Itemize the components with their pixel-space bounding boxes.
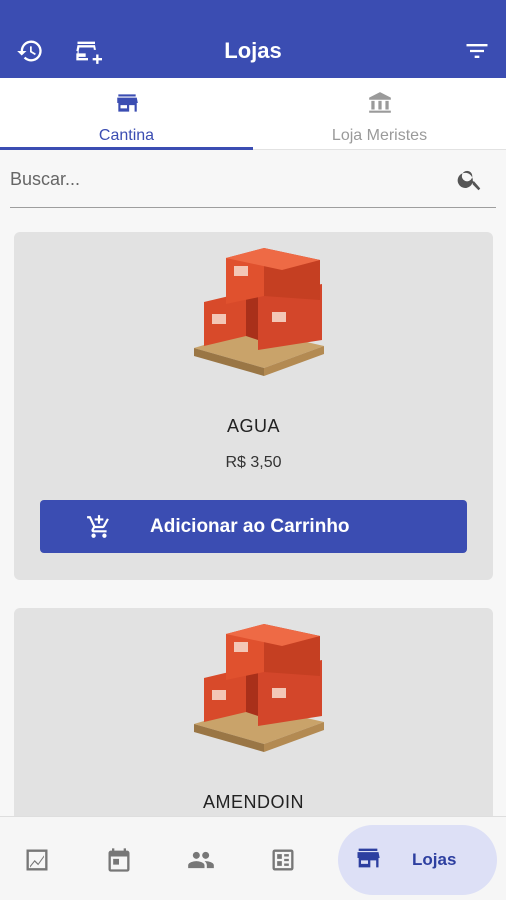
tab-label: Cantina	[98, 127, 155, 144]
bottom-navigation: Lojas	[0, 816, 506, 900]
tab-cantina[interactable]: Cantina	[0, 78, 253, 150]
product-image	[194, 248, 324, 376]
tab-label: Loja Meristes	[331, 127, 428, 144]
search-bar	[10, 152, 496, 208]
nav-item-lojas[interactable]: Lojas	[338, 825, 497, 895]
product-name: AMENDOIN	[202, 792, 304, 812]
nav-label: Lojas	[412, 850, 457, 869]
dashboard-icon[interactable]	[20, 843, 54, 877]
product-card: AGUA R$ 3,50 Adicionar ao Carrinho	[14, 232, 493, 580]
calendar-icon[interactable]	[102, 843, 136, 877]
product-name: AGUA	[226, 416, 280, 436]
add-to-cart-label: Adicionar ao Carrinho	[150, 515, 350, 537]
add-shopping-cart-icon	[86, 514, 112, 540]
page-title: Lojas	[224, 38, 282, 63]
filter-icon[interactable]	[460, 34, 494, 68]
product-list: AGUA R$ 3,50 Adicionar ao Carrinho AMEND…	[14, 232, 493, 876]
receipt-icon[interactable]	[266, 843, 300, 877]
product-image	[194, 624, 324, 752]
search-icon[interactable]	[456, 165, 486, 195]
store-icon	[114, 90, 140, 121]
people-icon[interactable]	[184, 843, 218, 877]
product-price: R$ 3,50	[225, 454, 282, 471]
store-icon	[338, 844, 382, 877]
store-tabs: Cantina Loja Meristes	[0, 78, 506, 150]
tab-loja-meristes[interactable]: Loja Meristes	[253, 78, 506, 149]
bank-icon	[367, 90, 393, 121]
search-input[interactable]	[10, 152, 456, 207]
add-to-cart-button[interactable]: Adicionar ao Carrinho	[40, 500, 467, 553]
product-card: AMENDOIN	[14, 608, 493, 848]
app-bar: Lojas	[0, 0, 506, 78]
